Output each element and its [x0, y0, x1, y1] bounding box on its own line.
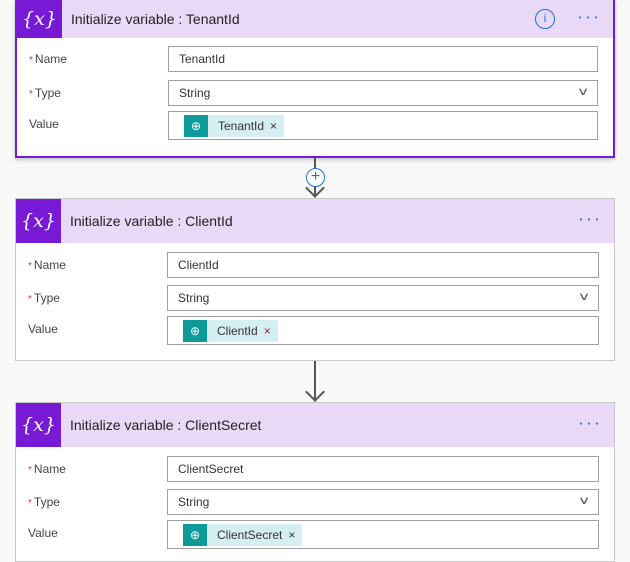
name-input[interactable]: TenantId	[168, 46, 598, 72]
globe-icon: ⊕	[183, 320, 207, 342]
card-title: Initialize variable : ClientSecret	[70, 417, 262, 433]
card-title: Initialize variable : ClientId	[70, 213, 233, 229]
value-label: Value	[29, 117, 59, 131]
remove-token-icon[interactable]: ×	[288, 528, 302, 542]
more-options-icon[interactable]: ···	[578, 412, 602, 433]
more-options-icon[interactable]: ···	[577, 6, 601, 27]
type-select[interactable]: String ∨	[168, 80, 598, 106]
info-icon[interactable]: i	[535, 9, 555, 29]
variable-icon: {x}	[17, 0, 62, 38]
dynamic-content-token[interactable]: ⊕ TenantId ×	[184, 115, 285, 137]
type-select[interactable]: String ∨	[167, 285, 599, 311]
remove-token-icon[interactable]: ×	[270, 119, 284, 133]
card-header[interactable]: {x} Initialize variable : ClientId ···	[16, 199, 614, 243]
globe-icon: ⊕	[183, 524, 207, 546]
globe-icon: ⊕	[184, 115, 208, 137]
more-options-icon[interactable]: ···	[578, 208, 602, 229]
chevron-down-icon: ∨	[577, 495, 591, 507]
card-header[interactable]: {x} Initialize variable : TenantId i ···	[17, 0, 613, 38]
chevron-down-icon: ∨	[577, 291, 591, 303]
token-label: TenantId	[218, 119, 265, 133]
type-label: * Type	[28, 291, 60, 305]
name-input[interactable]: ClientId	[167, 252, 599, 278]
card-clientsecret[interactable]: {x} Initialize variable : ClientSecret ·…	[15, 402, 615, 562]
variable-icon: {x}	[16, 199, 61, 243]
chevron-down-icon: ∨	[576, 86, 590, 98]
card-title: Initialize variable : TenantId	[71, 11, 240, 27]
token-label: ClientId	[217, 324, 258, 338]
value-label: Value	[28, 322, 58, 336]
value-label: Value	[28, 526, 58, 540]
insert-step-button[interactable]: +	[306, 168, 325, 187]
arrow-down-icon	[305, 382, 325, 402]
name-input[interactable]: ClientSecret	[167, 456, 599, 482]
value-input[interactable]: ⊕ TenantId ×	[168, 111, 598, 140]
card-header[interactable]: {x} Initialize variable : ClientSecret ·…	[16, 403, 614, 447]
variable-icon: {x}	[16, 403, 61, 447]
type-label: * Type	[29, 86, 61, 100]
card-clientid[interactable]: {x} Initialize variable : ClientId ··· *…	[15, 198, 615, 361]
value-input[interactable]: ⊕ ClientId ×	[167, 316, 599, 345]
dynamic-content-token[interactable]: ⊕ ClientId ×	[183, 320, 278, 342]
name-label: * Name	[28, 258, 66, 272]
remove-token-icon[interactable]: ×	[264, 324, 278, 338]
type-select[interactable]: String ∨	[167, 489, 599, 515]
dynamic-content-token[interactable]: ⊕ ClientSecret ×	[183, 524, 303, 546]
card-tenantid[interactable]: {x} Initialize variable : TenantId i ···…	[15, 0, 615, 158]
value-input[interactable]: ⊕ ClientSecret ×	[167, 520, 599, 549]
type-label: * Type	[28, 495, 60, 509]
name-label: * Name	[28, 462, 66, 476]
name-label: * Name	[29, 52, 67, 66]
token-label: ClientSecret	[217, 528, 283, 542]
